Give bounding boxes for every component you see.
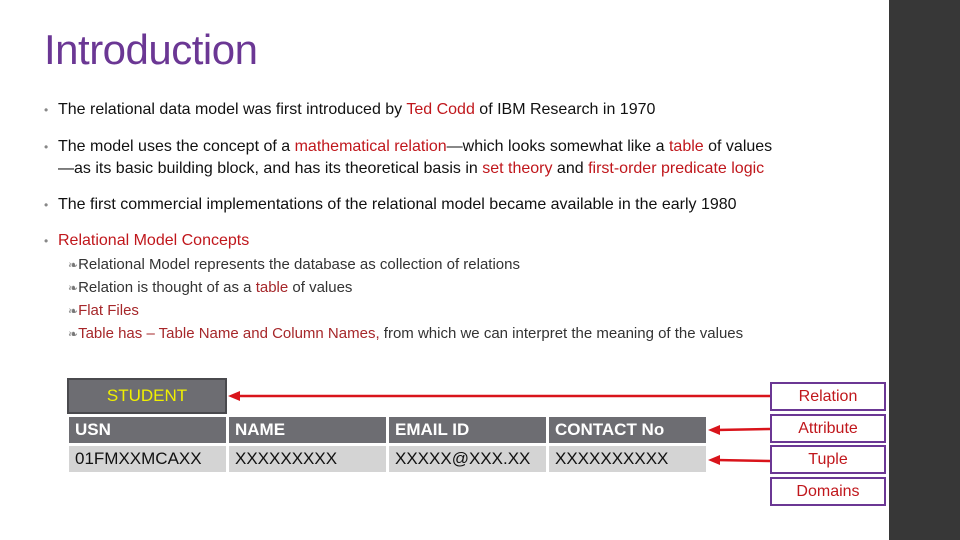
label-relation: Relation (770, 382, 886, 411)
arrowhead-relation-icon (228, 391, 240, 401)
label-attribute: Attribute (770, 414, 886, 443)
arrowhead-tuple-icon (708, 455, 720, 465)
arrowhead-attribute-icon (708, 425, 720, 435)
arrow-attribute (715, 427, 771, 432)
label-domains: Domains (770, 477, 886, 506)
arrow-tuple (715, 458, 771, 463)
label-tuple: Tuple (770, 445, 886, 474)
